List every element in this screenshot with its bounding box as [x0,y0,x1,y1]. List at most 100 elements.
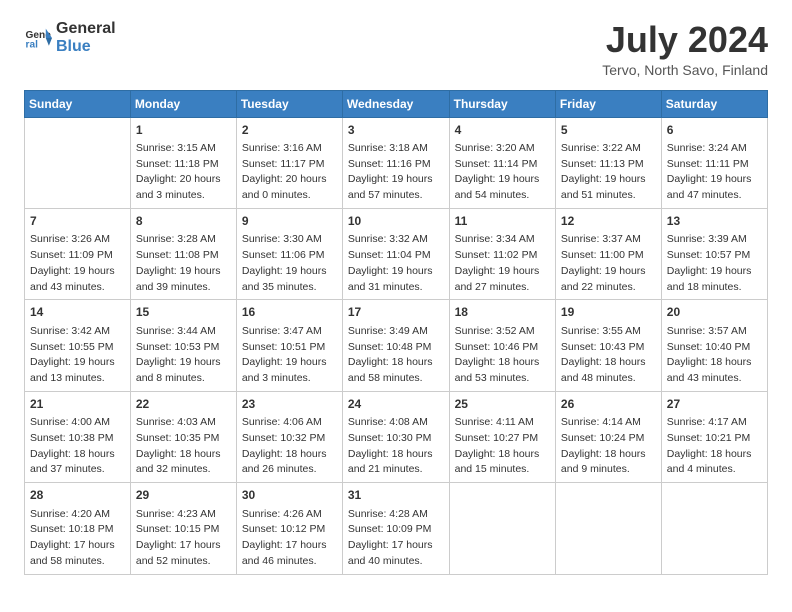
weekday-header-wednesday: Wednesday [342,90,449,117]
day-number: 12 [561,213,656,230]
day-info: Sunrise: 3:57 AM Sunset: 10:40 PM Daylig… [667,324,762,387]
calendar-cell: 13 Sunrise: 3:39 AM Sunset: 10:57 PM Dayl… [661,208,767,299]
calendar-cell: 27 Sunrise: 4:17 AM Sunset: 10:21 PM Dayl… [661,391,767,482]
day-number: 27 [667,396,762,413]
header: Gene ral General Blue July 2024 Tervo, N… [24,20,768,78]
calendar-cell: 10 Sunrise: 3:32 AM Sunset: 11:04 PM Dayl… [342,208,449,299]
day-info: Sunrise: 3:39 AM Sunset: 10:57 PM Daylig… [667,232,762,295]
calendar-cell: 4 Sunrise: 3:20 AM Sunset: 11:14 PM Dayli… [449,117,555,208]
day-number: 10 [348,213,444,230]
day-info: Sunrise: 3:20 AM Sunset: 11:14 PM Daylig… [455,141,550,204]
calendar-cell: 19 Sunrise: 3:55 AM Sunset: 10:43 PM Dayl… [555,300,661,391]
day-info: Sunrise: 4:26 AM Sunset: 10:12 PM Daylig… [242,507,337,570]
logo-blue: Blue [56,38,116,56]
calendar-cell: 18 Sunrise: 3:52 AM Sunset: 10:46 PM Dayl… [449,300,555,391]
calendar-week-row: 28 Sunrise: 4:20 AM Sunset: 10:18 PM Dayl… [25,483,768,574]
day-info: Sunrise: 4:11 AM Sunset: 10:27 PM Daylig… [455,415,550,478]
calendar-page: Gene ral General Blue July 2024 Tervo, N… [0,0,792,612]
day-info: Sunrise: 3:26 AM Sunset: 11:09 PM Daylig… [30,232,125,295]
calendar-week-row: 21 Sunrise: 4:00 AM Sunset: 10:38 PM Dayl… [25,391,768,482]
day-info: Sunrise: 3:49 AM Sunset: 10:48 PM Daylig… [348,324,444,387]
logo-text: General Blue [56,20,116,55]
day-info: Sunrise: 4:03 AM Sunset: 10:35 PM Daylig… [136,415,231,478]
day-info: Sunrise: 3:44 AM Sunset: 10:53 PM Daylig… [136,324,231,387]
weekday-header-saturday: Saturday [661,90,767,117]
calendar-cell [449,483,555,574]
day-number: 11 [455,213,550,230]
logo: Gene ral General Blue [24,20,116,55]
weekday-header-monday: Monday [130,90,236,117]
calendar-cell: 14 Sunrise: 3:42 AM Sunset: 10:55 PM Dayl… [25,300,131,391]
day-info: Sunrise: 3:55 AM Sunset: 10:43 PM Daylig… [561,324,656,387]
day-number: 4 [455,122,550,139]
day-info: Sunrise: 4:00 AM Sunset: 10:38 PM Daylig… [30,415,125,478]
calendar-header: SundayMondayTuesdayWednesdayThursdayFrid… [25,90,768,117]
day-info: Sunrise: 3:22 AM Sunset: 11:13 PM Daylig… [561,141,656,204]
calendar-cell: 9 Sunrise: 3:30 AM Sunset: 11:06 PM Dayli… [236,208,342,299]
calendar-week-row: 14 Sunrise: 3:42 AM Sunset: 10:55 PM Dayl… [25,300,768,391]
weekday-header-friday: Friday [555,90,661,117]
day-number: 23 [242,396,337,413]
weekday-header-thursday: Thursday [449,90,555,117]
calendar-cell: 11 Sunrise: 3:34 AM Sunset: 11:02 PM Dayl… [449,208,555,299]
day-number: 28 [30,487,125,504]
svg-text:ral: ral [26,39,39,50]
weekday-header-tuesday: Tuesday [236,90,342,117]
day-number: 30 [242,487,337,504]
day-info: Sunrise: 3:47 AM Sunset: 10:51 PM Daylig… [242,324,337,387]
day-number: 5 [561,122,656,139]
day-info: Sunrise: 3:24 AM Sunset: 11:11 PM Daylig… [667,141,762,204]
day-number: 6 [667,122,762,139]
weekday-header-row: SundayMondayTuesdayWednesdayThursdayFrid… [25,90,768,117]
calendar-cell: 25 Sunrise: 4:11 AM Sunset: 10:27 PM Dayl… [449,391,555,482]
day-number: 17 [348,304,444,321]
day-number: 21 [30,396,125,413]
calendar-cell: 24Sunrise: 4:08 AM Sunset: 10:30 PM Dayl… [342,391,449,482]
calendar-cell [555,483,661,574]
calendar-week-row: 7Sunrise: 3:26 AM Sunset: 11:09 PM Dayli… [25,208,768,299]
day-info: Sunrise: 3:52 AM Sunset: 10:46 PM Daylig… [455,324,550,387]
day-info: Sunrise: 3:16 AM Sunset: 11:17 PM Daylig… [242,141,337,204]
calendar-cell: 26Sunrise: 4:14 AM Sunset: 10:24 PM Dayl… [555,391,661,482]
day-number: 16 [242,304,337,321]
calendar-cell: 12Sunrise: 3:37 AM Sunset: 11:00 PM Dayl… [555,208,661,299]
day-info: Sunrise: 4:20 AM Sunset: 10:18 PM Daylig… [30,507,125,570]
day-number: 26 [561,396,656,413]
day-number: 24 [348,396,444,413]
calendar-cell: 20Sunrise: 3:57 AM Sunset: 10:40 PM Dayl… [661,300,767,391]
day-number: 22 [136,396,231,413]
day-number: 18 [455,304,550,321]
calendar-cell: 7Sunrise: 3:26 AM Sunset: 11:09 PM Dayli… [25,208,131,299]
day-info: Sunrise: 4:17 AM Sunset: 10:21 PM Daylig… [667,415,762,478]
calendar-cell: 22 Sunrise: 4:03 AM Sunset: 10:35 PM Dayl… [130,391,236,482]
day-info: Sunrise: 4:23 AM Sunset: 10:15 PM Daylig… [136,507,231,570]
day-info: Sunrise: 3:34 AM Sunset: 11:02 PM Daylig… [455,232,550,295]
calendar-cell: 30 Sunrise: 4:26 AM Sunset: 10:12 PM Dayl… [236,483,342,574]
calendar-cell: 8Sunrise: 3:28 AM Sunset: 11:08 PM Dayli… [130,208,236,299]
calendar-body: 1Sunrise: 3:15 AM Sunset: 11:18 PM Dayli… [25,117,768,574]
logo-general: General [56,20,116,38]
day-number: 25 [455,396,550,413]
title-block: July 2024 Tervo, North Savo, Finland [602,20,768,78]
calendar-cell: 23Sunrise: 4:06 AM Sunset: 10:32 PM Dayl… [236,391,342,482]
day-number: 13 [667,213,762,230]
day-number: 3 [348,122,444,139]
day-info: Sunrise: 3:30 AM Sunset: 11:06 PM Daylig… [242,232,337,295]
day-info: Sunrise: 3:18 AM Sunset: 11:16 PM Daylig… [348,141,444,204]
calendar-cell: 21 Sunrise: 4:00 AM Sunset: 10:38 PM Dayl… [25,391,131,482]
calendar-cell: 1Sunrise: 3:15 AM Sunset: 11:18 PM Dayli… [130,117,236,208]
day-number: 29 [136,487,231,504]
day-info: Sunrise: 4:28 AM Sunset: 10:09 PM Daylig… [348,507,444,570]
day-number: 15 [136,304,231,321]
day-info: Sunrise: 3:32 AM Sunset: 11:04 PM Daylig… [348,232,444,295]
calendar-cell: 6 Sunrise: 3:24 AM Sunset: 11:11 PM Dayli… [661,117,767,208]
day-number: 14 [30,304,125,321]
location-subtitle: Tervo, North Savo, Finland [602,62,768,78]
calendar-cell: 31Sunrise: 4:28 AM Sunset: 10:09 PM Dayl… [342,483,449,574]
calendar-cell: 16 Sunrise: 3:47 AM Sunset: 10:51 PM Dayl… [236,300,342,391]
day-number: 9 [242,213,337,230]
calendar-cell [25,117,131,208]
calendar-cell: 29 Sunrise: 4:23 AM Sunset: 10:15 PM Dayl… [130,483,236,574]
day-info: Sunrise: 3:42 AM Sunset: 10:55 PM Daylig… [30,324,125,387]
day-number: 19 [561,304,656,321]
